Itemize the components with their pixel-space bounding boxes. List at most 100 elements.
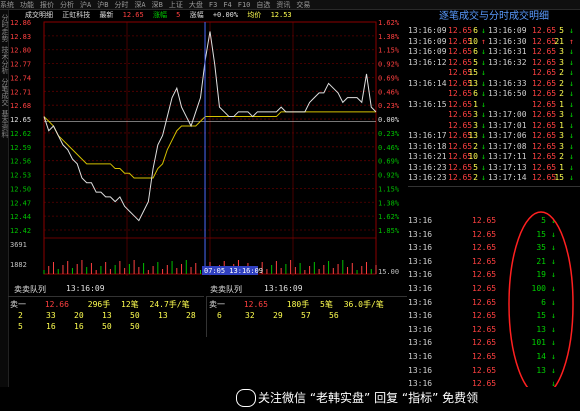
menu-item[interactable]: F4 [223, 1, 231, 9]
tick-row: 13:16:18 12.65 2 ↓ 13:17:08 12.65 3 ↓ [408, 142, 574, 152]
br-queue-grid: 6 32 29 57 56 [217, 311, 407, 325]
y-tick-left: 12.80 [10, 47, 31, 55]
menu-item[interactable]: 深A [134, 1, 145, 9]
menu-item[interactable]: 资讯 [276, 1, 290, 9]
menu-item[interactable]: 上证 [169, 1, 183, 9]
tick-volume: 3 [473, 120, 478, 130]
tick-row: 13:16:21 12.65 10 ↓ 13:17:11 12.65 2 ↓ [408, 152, 574, 162]
menu-item[interactable]: 系统 [0, 1, 14, 9]
queue-cell: 13 [102, 311, 112, 320]
menu-item[interactable]: 功能 [20, 1, 34, 9]
bl-qty: 296手 [87, 300, 111, 309]
header-change: 5 [176, 11, 181, 19]
minute-time: 13:16 [408, 365, 433, 375]
menu-item[interactable]: 分时 [114, 1, 128, 9]
tick-arrow: ↓ [481, 141, 486, 151]
tick-volume-2: 3 [559, 141, 564, 151]
queue-cell: 32 [245, 311, 255, 320]
menu-item[interactable]: 分析 [60, 1, 74, 9]
tick-row: 13:16:09 12.65 10 ↑ 13:16:30 12.65 21 ↑ [408, 37, 574, 47]
tick-time-2: 13:17:14 [488, 173, 527, 182]
tick-row: 13:16:12 12.65 5 ↓ 13:16:32 12.65 3 ↓ [408, 58, 574, 68]
tick-volume-2: 3 [559, 110, 564, 119]
queue-cell: 13 [158, 311, 168, 320]
minute-price: 12.65 [472, 324, 497, 334]
queue-cell: 57 [301, 311, 311, 320]
menu-item[interactable]: F10 [238, 1, 251, 9]
y-tick-left: 12.71 [10, 88, 31, 96]
queue-cell: 56 [329, 311, 339, 320]
tick-arrow-2: ↓ [569, 131, 574, 140]
menu-item[interactable]: 沪A [80, 1, 91, 9]
tick-volume-2: 3 [559, 57, 564, 67]
menu-item[interactable]: 自选 [256, 1, 270, 9]
tick-time: 13:16:12 [408, 57, 447, 67]
tick-volume: 2 [473, 141, 478, 151]
y-tick-right: 0.23% [378, 130, 400, 138]
volume-axis-right: 15.00 [378, 268, 399, 276]
y-tick-right: 0.23% [378, 102, 400, 110]
volume-tick: 1882 [10, 261, 27, 269]
minute-price: 12.65 [472, 284, 497, 293]
tick-volume-2: 2 [559, 89, 564, 98]
tick-volume-2: 1 [559, 162, 564, 172]
time-label: 07:05 13:16:09 [204, 267, 263, 275]
tick-arrow: ↓ [481, 162, 486, 172]
tick-arrow-2: ↓ [569, 173, 574, 182]
watermark-text: 关注微信 “老韩实盘” 回复 “指标” 免费领 [258, 391, 479, 405]
queue-cell: 50 [102, 322, 112, 331]
tick-arrow-2: ↓ [569, 99, 574, 109]
bl-avg: 24.7手/笔 [149, 300, 190, 309]
menu-item[interactable]: 沪B [97, 1, 108, 9]
y-tick-left: 12.62 [10, 130, 31, 138]
minute-time: 13:16 [408, 324, 433, 334]
queue-cell: 33 [46, 311, 56, 320]
tick-volume-2: 1 [559, 120, 564, 130]
header-avg: 12.53 [270, 11, 292, 19]
header-pct-label: 涨幅 [189, 11, 204, 19]
minute-time: 13:16 [408, 352, 433, 361]
y-tick-right: 1.85% [378, 227, 400, 235]
minute-time: 13:16 [408, 297, 433, 307]
tick-volume-2: 3 [559, 47, 564, 56]
minute-price: 12.65 [472, 229, 497, 239]
queue-cell: 2 [18, 311, 23, 320]
tick-volume-2: 1 [559, 99, 564, 109]
queue-cell: 50 [130, 322, 140, 331]
queue-cell: 5 [18, 322, 23, 331]
queue-cell: 20 [74, 311, 84, 320]
menu-item[interactable]: F3 [209, 1, 217, 9]
menu-item[interactable]: 大盘 [189, 1, 203, 9]
y-tick-right: 0.69% [378, 158, 400, 166]
menu-item[interactable]: 深B [152, 1, 163, 9]
tick-volume-2: 2 [559, 152, 564, 161]
minute-price: 12.65 [472, 270, 497, 280]
tick-time: 13:16:09 [408, 26, 447, 35]
tick-arrow: ↓ [481, 120, 486, 130]
tick-time: 13:16:09 [408, 47, 447, 56]
tick-time-2: 13:16:33 [488, 78, 527, 88]
header-avg-label: 均价 [247, 11, 262, 19]
bottom-right-title: 卖卖队列 [210, 285, 242, 294]
minute-price: 12.65 [472, 243, 497, 253]
tick-time-2: 13:17:06 [488, 131, 527, 140]
tick-row: 12.65 3 ↓ 13:17:00 12.65 3 ↓ [408, 110, 574, 120]
tick-volume-2: 5 [559, 26, 564, 35]
y-tick-left: 12.50 [10, 185, 31, 193]
trade-detail-panel: 逐笔成交与分时成交明细 13:16:09 12.65 6 ↓ 13:16:09 12.65… [408, 10, 580, 411]
tick-arrow: ↓ [481, 26, 486, 35]
y-tick-right: 1.62% [378, 20, 400, 27]
bottom-left-title: 卖卖队列 [14, 285, 46, 294]
tick-time-2: 13:16:32 [488, 57, 527, 67]
tick-time-2: 13:16:50 [488, 89, 527, 98]
minute-price: 12.65 [472, 365, 497, 375]
tick-time: 13:16:18 [408, 141, 447, 151]
header-pct: +0.00% [212, 11, 239, 19]
header-price: 12.65 [122, 11, 144, 19]
y-tick-right: 0.00% [378, 116, 400, 124]
tick-row: 12.65 15 ↓ 12.65 2 ↓ [408, 68, 574, 78]
menu-item[interactable]: 报价 [40, 1, 54, 9]
menu-item[interactable]: 交易 [296, 1, 310, 9]
tick-row: 13:16:09 12.65 6 ↓ 13:16:31 12.65 3 ↓ [408, 47, 574, 57]
y-tick-left: 12.42 [10, 227, 31, 235]
